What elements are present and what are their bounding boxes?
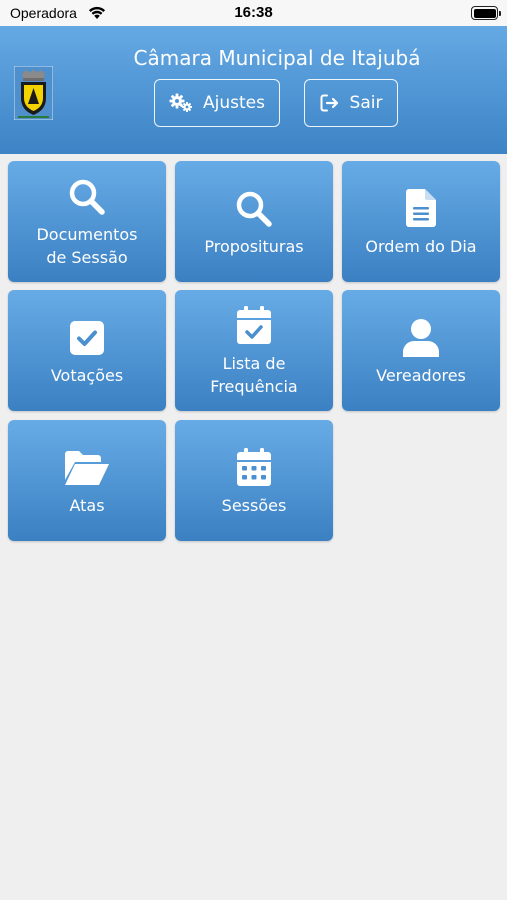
battery-icon [471, 6, 501, 20]
folder-open-icon [65, 451, 109, 485]
tile-label: Votações [50, 366, 124, 385]
logout-button-label: Sair [349, 93, 383, 113]
user-icon [403, 319, 439, 357]
settings-button-label: Ajustes [203, 93, 265, 113]
sign-out-icon [320, 94, 338, 112]
tile-label-line1: Documentos [36, 225, 138, 244]
tile-documentos-de-sessao[interactable]: Documentos de Sessão [8, 161, 166, 282]
tile-ordem-do-dia[interactable]: Ordem do Dia [342, 161, 500, 282]
tile-label-line2: Frequência [210, 377, 298, 396]
tile-atas[interactable]: Atas [8, 420, 166, 541]
clock: 16:38 [234, 4, 273, 21]
tile-label: Ordem do Dia [365, 237, 477, 256]
app-header: Câmara Municipal de Itajubá Ajustes Sair [0, 26, 507, 154]
tile-label-line2: de Sessão [46, 248, 128, 267]
tile-label: Proposituras [204, 237, 304, 256]
tile-sessoes[interactable]: Sessões [175, 420, 333, 541]
tile-proposituras[interactable]: Proposituras [175, 161, 333, 282]
tile-lista-de-frequencia[interactable]: Lista de Frequência [175, 290, 333, 411]
checkbox-icon [70, 321, 104, 355]
tile-label: Sessões [221, 496, 287, 515]
settings-button[interactable]: Ajustes [154, 79, 280, 127]
tile-vereadores[interactable]: Vereadores [342, 290, 500, 411]
app-title: Câmara Municipal de Itajubá [133, 46, 421, 70]
tile-label: Vereadores [376, 366, 466, 385]
tile-label-line1: Lista de [222, 354, 286, 373]
document-icon [406, 189, 436, 227]
calendar-check-icon [237, 306, 271, 344]
tile-label: Atas [69, 496, 105, 515]
calendar-icon [237, 448, 271, 486]
city-crest-logo [14, 66, 53, 120]
gears-icon [169, 93, 193, 112]
search-icon [236, 191, 272, 227]
status-bar: Operadora 16:38 [0, 0, 507, 26]
logout-button[interactable]: Sair [304, 79, 398, 127]
tile-votacoes[interactable]: Votações [8, 290, 166, 411]
search-icon [69, 179, 105, 215]
